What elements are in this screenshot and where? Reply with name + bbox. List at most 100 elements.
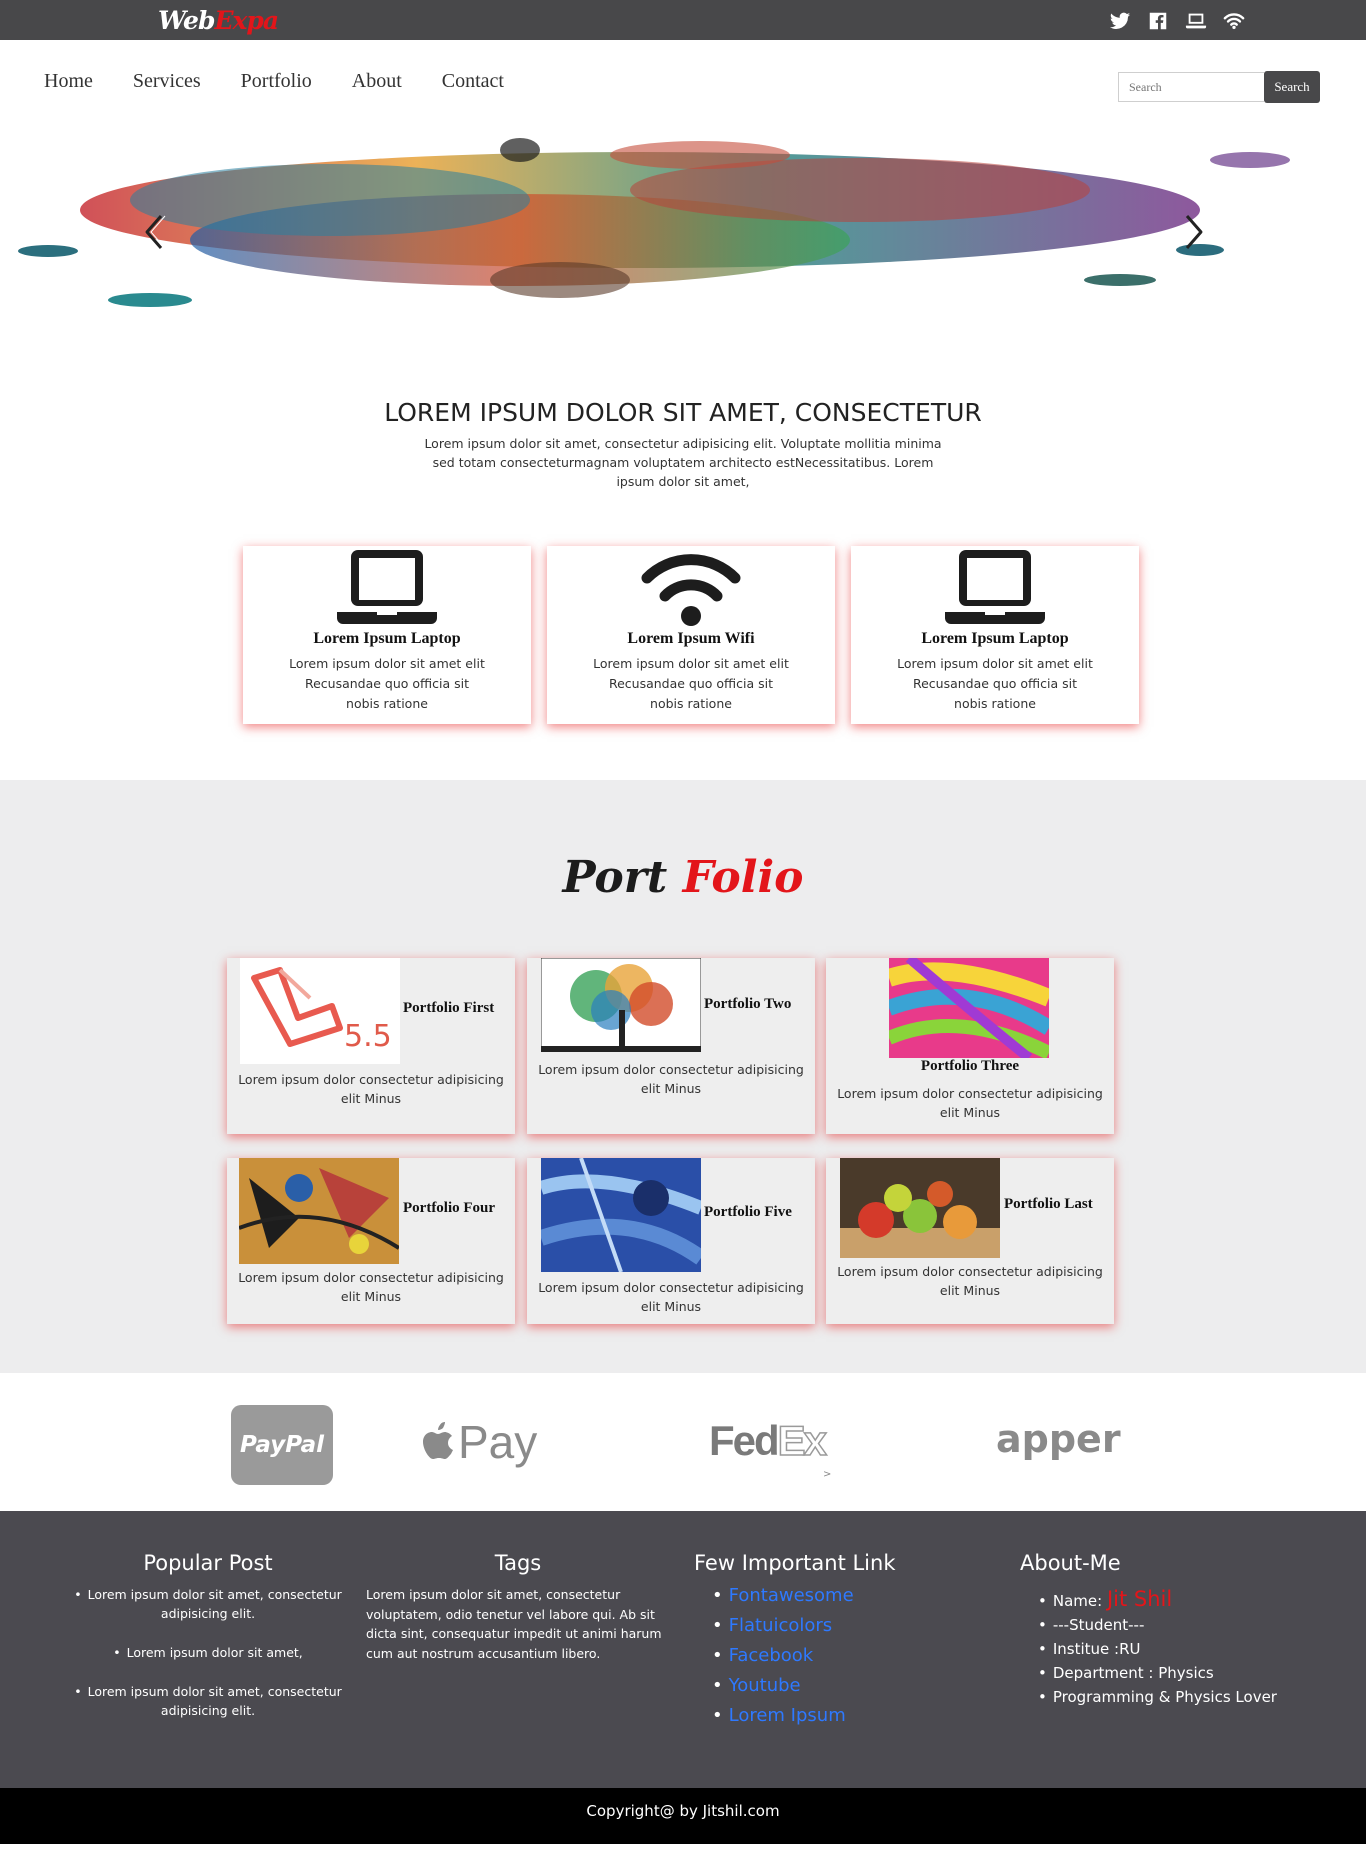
portfolio-heading-part1: Port: [562, 852, 668, 903]
slider-prev-button[interactable]: [136, 212, 176, 252]
apple-pay-text: Pay: [458, 1416, 538, 1468]
portfolio-section: Port Folio 5.5 Portfolio First Lorem ips…: [0, 780, 1366, 1373]
chevron-left-icon: [145, 215, 166, 249]
tags-text: Lorem ipsum dolor sit amet, consectetur …: [366, 1587, 662, 1661]
wifi-icon[interactable]: [1222, 10, 1246, 32]
about-me-column: About-Me Name: Jit Shil ---Student--- In…: [1020, 1551, 1320, 1709]
feature-cards: Lorem Ipsum Laptop Lorem ipsum dolor sit…: [243, 546, 1139, 724]
feature-title: Lorem Ipsum Wifi: [627, 630, 755, 647]
popular-post-item[interactable]: Lorem ipsum dolor sit amet, consectetur …: [70, 1585, 346, 1623]
site-footer: Popular Post Lorem ipsum dolor sit amet,…: [0, 1511, 1366, 1788]
portfolio-card[interactable]: Portfolio Four Lorem ipsum dolor consect…: [227, 1158, 515, 1324]
popular-post-item[interactable]: Lorem ipsum dolor sit amet, consectetur …: [70, 1682, 346, 1720]
footer-link-flatuicolors[interactable]: Flatuicolors: [729, 1615, 833, 1636]
intro-section: LOREM IPSUM DOLOR SIT AMET, CONSECTETUR …: [0, 398, 1366, 491]
footer-link-item: Lorem Ipsum: [712, 1701, 926, 1731]
copyright-bar: Copyright@ by Jitshil.com: [0, 1788, 1366, 1844]
social-icons: [1108, 10, 1246, 32]
nav-contact[interactable]: Contact: [442, 70, 504, 93]
brand-logos: PayPal Pay FedEx > apper: [0, 1373, 1366, 1511]
svg-text:5.5: 5.5: [344, 1019, 392, 1054]
laptop-icon: [337, 550, 437, 624]
apper-logo-text: apper: [996, 1417, 1121, 1461]
main-nav: Home Services Portfolio About Contact: [44, 70, 544, 93]
fedex-fed-text: Fed: [709, 1417, 780, 1464]
portfolio-text: Lorem ipsum dolor consectetur adipisicin…: [238, 1072, 504, 1106]
portfolio-image-blue: [541, 1158, 701, 1272]
nav-home[interactable]: Home: [44, 70, 93, 93]
feature-title: Lorem Ipsum Laptop: [921, 630, 1069, 647]
portfolio-card[interactable]: Portfolio Five Lorem ipsum dolor consect…: [527, 1158, 815, 1324]
portfolio-heading-part2: Folio: [682, 852, 804, 903]
feature-text: Lorem ipsum dolor sit amet elit Recusand…: [289, 656, 485, 711]
portfolio-title: Portfolio Five: [704, 1204, 792, 1220]
footer-link-youtube[interactable]: Youtube: [729, 1675, 801, 1696]
facebook-icon[interactable]: [1146, 10, 1170, 32]
portfolio-card[interactable]: Portfolio Last Lorem ipsum dolor consect…: [826, 1158, 1114, 1324]
about-name-value: Jit Shil: [1106, 1587, 1173, 1611]
footer-link-fontawesome[interactable]: Fontawesome: [729, 1585, 854, 1606]
fedex-mark: >: [823, 1469, 832, 1480]
portfolio-text: Lorem ipsum dolor consectetur adipisicin…: [538, 1280, 804, 1314]
footer-link-facebook[interactable]: Facebook: [729, 1645, 814, 1666]
laptop-icon: [945, 550, 1045, 624]
portfolio-text: Lorem ipsum dolor consectetur adipisicin…: [837, 1264, 1103, 1298]
paypal-logo-text: PayPal: [240, 1432, 324, 1458]
portfolio-card[interactable]: Portfolio Three Lorem ipsum dolor consec…: [826, 958, 1114, 1134]
search-button[interactable]: Search: [1264, 71, 1320, 103]
important-links-title: Few Important Link: [694, 1551, 896, 1575]
popular-post-column: Popular Post Lorem ipsum dolor sit amet,…: [70, 1551, 346, 1740]
portfolio-title: Portfolio Three: [920, 1058, 1020, 1074]
portfolio-text: Lorem ipsum dolor consectetur adipisicin…: [238, 1270, 504, 1304]
paypal-logo: PayPal: [231, 1405, 333, 1485]
apple-pay-logo: Pay: [420, 1415, 537, 1469]
portfolio-image-apples: [840, 1158, 1000, 1258]
popular-post-title: Popular Post: [143, 1551, 273, 1575]
about-name: Name: Jit Shil: [1038, 1587, 1320, 1613]
fedex-ex-text: Ex: [777, 1416, 828, 1465]
nav-services[interactable]: Services: [133, 70, 201, 93]
popular-post-item[interactable]: Lorem ipsum dolor sit amet,: [70, 1643, 346, 1662]
portfolio-title: Portfolio First: [403, 1000, 495, 1016]
footer-link-item: Fontawesome: [712, 1581, 926, 1611]
slider-next-button[interactable]: [1172, 212, 1212, 252]
logo-text-expa: Expa: [214, 6, 279, 35]
search-input[interactable]: [1118, 72, 1264, 102]
about-item: Department : Physics: [1038, 1661, 1320, 1685]
top-bar: WebExpa: [0, 0, 1366, 40]
portfolio-text: Lorem ipsum dolor consectetur adipisicin…: [837, 1086, 1103, 1120]
hero-image: [18, 138, 1290, 307]
copyright-text: Copyright@ by Jitshil.com: [586, 1802, 780, 1820]
about-item: ---Student---: [1038, 1613, 1320, 1637]
hero-slider: [0, 130, 1366, 340]
nav-about[interactable]: About: [352, 70, 402, 93]
portfolio-card[interactable]: 5.5 Portfolio First Lorem ipsum dolor co…: [227, 958, 515, 1134]
twitter-icon[interactable]: [1108, 10, 1132, 32]
portfolio-image-abstract: [239, 1158, 399, 1264]
tags-title: Tags: [494, 1551, 542, 1575]
footer-link-item: Facebook: [712, 1641, 926, 1671]
footer-link-item: Flatuicolors: [712, 1611, 926, 1641]
laptop-icon[interactable]: [1184, 10, 1208, 32]
feature-card: Lorem Ipsum Laptop Lorem ipsum dolor sit…: [243, 546, 531, 724]
about-item: Institue :RU: [1038, 1637, 1320, 1661]
portfolio-card[interactable]: Portfolio Two Lorem ipsum dolor consecte…: [527, 958, 815, 1134]
about-name-label: Name:: [1052, 1592, 1103, 1610]
tags-column: Tags Lorem ipsum dolor sit amet, consect…: [366, 1551, 670, 1663]
portfolio-image-laravel: 5.5: [240, 958, 400, 1064]
portfolio-title: Portfolio Four: [403, 1200, 496, 1216]
portfolio-title: Portfolio Two: [704, 996, 792, 1012]
intro-text: Lorem ipsum dolor sit amet, consectetur …: [424, 436, 942, 489]
chevron-right-icon: [1185, 215, 1203, 249]
feature-card: Lorem Ipsum Laptop Lorem ipsum dolor sit…: [851, 546, 1139, 724]
apper-logo: apper: [996, 1417, 1121, 1461]
footer-link-lorem-ipsum[interactable]: Lorem Ipsum: [729, 1705, 846, 1726]
logo-text-web: Web: [158, 6, 215, 35]
site-logo[interactable]: WebExpa: [158, 6, 279, 35]
about-me-title: About-Me: [1020, 1551, 1121, 1575]
portfolio-heading: Port Folio: [0, 852, 1366, 903]
about-item: Programming & Physics Lover: [1038, 1685, 1320, 1709]
intro-heading: LOREM IPSUM DOLOR SIT AMET, CONSECTETUR: [384, 398, 982, 427]
apple-icon: [423, 1422, 453, 1459]
nav-portfolio[interactable]: Portfolio: [241, 70, 312, 93]
